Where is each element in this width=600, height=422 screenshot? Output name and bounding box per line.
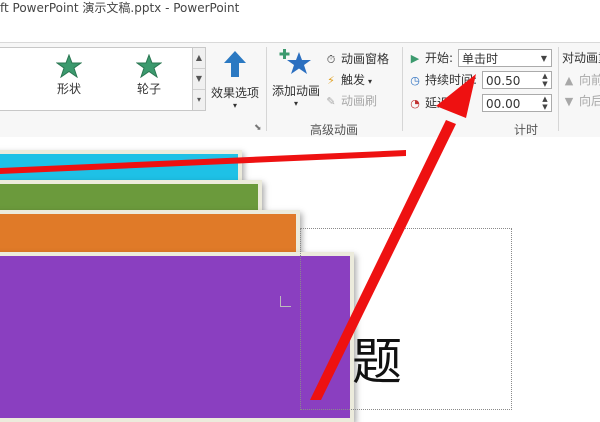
red-arrow-annotation <box>310 120 456 400</box>
annotation-overlay <box>0 74 476 400</box>
red-arrowhead-icon <box>436 74 476 118</box>
red-line-annotation <box>0 150 406 174</box>
